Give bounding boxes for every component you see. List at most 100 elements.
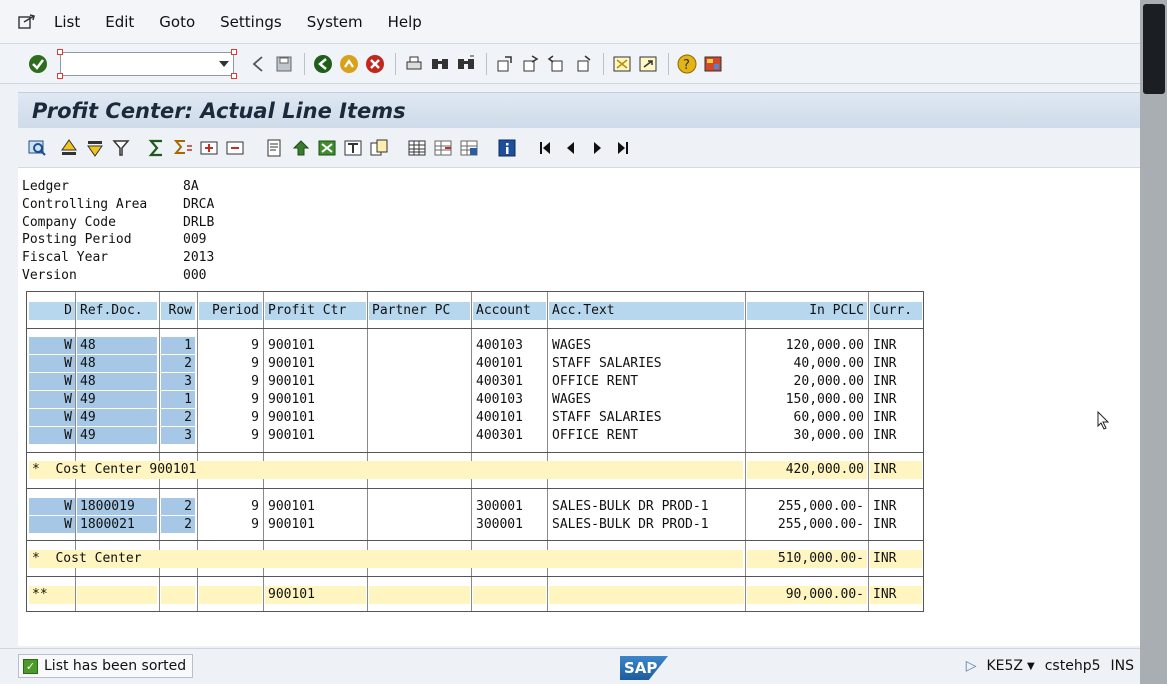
table-cell[interactable]: 400103: [473, 391, 546, 408]
table-cell[interactable]: INR: [870, 409, 922, 426]
table-cell[interactable]: 9: [199, 409, 262, 426]
column-header[interactable]: Curr.: [870, 302, 922, 320]
chevron-down-icon[interactable]: ▼: [1027, 661, 1035, 672]
table-cell[interactable]: 900101: [265, 373, 366, 390]
table-cell[interactable]: STAFF SALARIES: [549, 355, 744, 372]
column-header[interactable]: Partner PC: [369, 302, 470, 320]
transaction-code[interactable]: KE5Z: [987, 658, 1024, 674]
table-cell[interactable]: 300001: [473, 516, 546, 533]
column-header[interactable]: Acc.Text: [549, 302, 744, 320]
column-header[interactable]: Row: [161, 302, 195, 320]
find-next-icon[interactable]: [454, 52, 478, 76]
first-page-icon[interactable]: [493, 52, 517, 76]
table-cell[interactable]: W: [29, 355, 75, 372]
table-cell[interactable]: 300001: [473, 498, 546, 515]
table-cell[interactable]: 900101: [265, 337, 366, 354]
chevron-down-icon[interactable]: [219, 60, 229, 67]
enter-icon[interactable]: [26, 52, 50, 76]
table-cell[interactable]: 9: [199, 427, 262, 444]
table-cell[interactable]: 900101: [265, 355, 366, 372]
command-field[interactable]: [57, 48, 237, 79]
table-cell[interactable]: 900101: [265, 498, 366, 515]
next-item-icon[interactable]: [586, 137, 608, 159]
previous-item-icon[interactable]: [560, 137, 582, 159]
sum-icon[interactable]: [146, 137, 168, 159]
column-header[interactable]: In PCLC: [747, 302, 867, 320]
table-cell[interactable]: W: [29, 391, 75, 408]
table-cell[interactable]: 400103: [473, 337, 546, 354]
table-cell[interactable]: [369, 391, 470, 408]
table-cell[interactable]: INR: [870, 373, 922, 390]
table-cell[interactable]: 20,000.00: [747, 373, 867, 390]
table-cell[interactable]: OFFICE RENT: [549, 373, 744, 390]
table-cell[interactable]: INR: [870, 516, 922, 533]
table-cell[interactable]: W: [29, 409, 75, 426]
export-icon[interactable]: [290, 137, 312, 159]
table-cell[interactable]: W: [29, 498, 75, 515]
table-cell[interactable]: 48: [77, 337, 157, 354]
table-cell[interactable]: 2: [161, 498, 195, 515]
local-file-icon[interactable]: [368, 137, 390, 159]
column-header[interactable]: Ref.Doc.: [77, 302, 157, 320]
table-cell[interactable]: 900101: [265, 409, 366, 426]
print-icon[interactable]: [402, 52, 426, 76]
table-cell[interactable]: INR: [870, 427, 922, 444]
table-cell[interactable]: 49: [77, 427, 157, 444]
first-item-icon[interactable]: [534, 137, 556, 159]
collapse-list-icon[interactable]: [224, 137, 246, 159]
status-message[interactable]: ✓ List has been sorted: [18, 654, 194, 678]
table-cell[interactable]: 900101: [265, 427, 366, 444]
word-processing-icon[interactable]: [342, 137, 364, 159]
create-session-icon[interactable]: [610, 52, 634, 76]
table-cell[interactable]: W: [29, 427, 75, 444]
table-cell[interactable]: 400301: [473, 373, 546, 390]
spreadsheet-icon[interactable]: [316, 137, 338, 159]
table-cell[interactable]: SALES-BULK DR PROD-1: [549, 516, 744, 533]
shortcut-icon[interactable]: [636, 52, 660, 76]
table-cell[interactable]: 9: [199, 355, 262, 372]
table-cell[interactable]: INR: [870, 391, 922, 408]
column-header[interactable]: Account: [473, 302, 546, 320]
information-icon[interactable]: [496, 137, 518, 159]
table-cell[interactable]: STAFF SALARIES: [549, 409, 744, 426]
table-cell[interactable]: 400101: [473, 409, 546, 426]
last-item-icon[interactable]: [612, 137, 634, 159]
table-cell[interactable]: 60,000.00: [747, 409, 867, 426]
menu-goto[interactable]: Goto: [159, 13, 195, 31]
table-cell[interactable]: 1800021: [77, 516, 157, 533]
save-icon[interactable]: [272, 52, 296, 76]
table-cell[interactable]: [369, 409, 470, 426]
save-layout-icon[interactable]: [458, 137, 480, 159]
menu-system[interactable]: System: [307, 13, 363, 31]
sort-ascending-icon[interactable]: [58, 137, 80, 159]
table-cell[interactable]: 1: [161, 391, 195, 408]
sort-descending-icon[interactable]: [84, 137, 106, 159]
table-cell[interactable]: 2: [161, 355, 195, 372]
last-page-icon[interactable]: [571, 52, 595, 76]
table-cell[interactable]: WAGES: [549, 337, 744, 354]
table-cell[interactable]: [369, 373, 470, 390]
column-header[interactable]: D: [29, 302, 75, 320]
table-cell[interactable]: SALES-BULK DR PROD-1: [549, 498, 744, 515]
table-cell[interactable]: W: [29, 373, 75, 390]
exit-icon[interactable]: [16, 13, 38, 31]
table-cell[interactable]: 9: [199, 498, 262, 515]
expand-icon[interactable]: [198, 137, 220, 159]
table-cell[interactable]: W: [29, 516, 75, 533]
table-cell[interactable]: [369, 355, 470, 372]
column-header[interactable]: Profit Ctr: [265, 302, 366, 320]
table-cell[interactable]: INR: [870, 355, 922, 372]
table-cell[interactable]: INR: [870, 337, 922, 354]
layout-menu-icon[interactable]: [701, 52, 725, 76]
next-page-icon[interactable]: [545, 52, 569, 76]
filter-icon[interactable]: [110, 137, 132, 159]
select-layout-icon[interactable]: [432, 137, 454, 159]
table-cell[interactable]: 900101: [265, 391, 366, 408]
details-icon[interactable]: [26, 137, 48, 159]
find-icon[interactable]: [428, 52, 452, 76]
subtotal-icon[interactable]: [172, 137, 194, 159]
table-cell[interactable]: 900101: [265, 516, 366, 533]
table-cell[interactable]: 3: [161, 427, 195, 444]
column-header[interactable]: Period: [199, 302, 262, 320]
table-cell[interactable]: 3: [161, 373, 195, 390]
